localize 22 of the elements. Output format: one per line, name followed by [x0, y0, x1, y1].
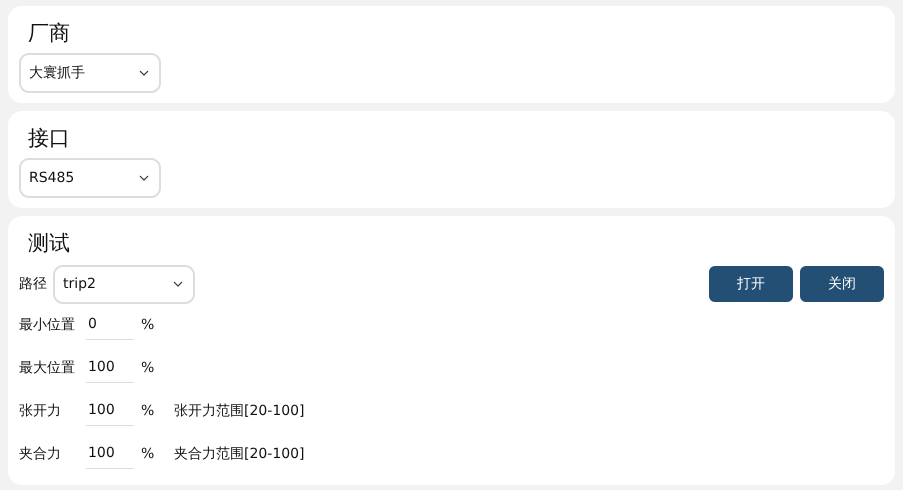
chevron-icon: [173, 281, 183, 287]
section-title: 测试: [28, 230, 70, 257]
unit-label: %: [141, 360, 156, 376]
chevron-icon: [139, 70, 149, 76]
dropdown[interactable]: RS485: [19, 158, 161, 198]
range-hint: 夹合力范围[20-100]: [174, 444, 305, 462]
section-title: 接口: [28, 125, 70, 152]
field-label: 张开力: [19, 402, 62, 420]
unit-label: %: [141, 402, 156, 418]
dropdown[interactable]: trip2: [53, 264, 195, 304]
path-label: 路径: [19, 275, 47, 293]
dropdown[interactable]: 大寰抓手: [19, 53, 161, 93]
field-label: 夹合力: [19, 444, 62, 462]
field-label: 最大位置: [19, 358, 76, 376]
action-button[interactable]: 打开: [709, 266, 793, 302]
action-button[interactable]: 关闭: [800, 266, 884, 302]
range-hint: 张开力范围[20-100]: [174, 402, 305, 420]
field-label: 最小位置: [19, 316, 76, 334]
chevron-icon: [139, 175, 149, 181]
section-title: 厂商: [28, 20, 70, 47]
unit-label: %: [141, 316, 156, 332]
unit-label: %: [141, 446, 156, 462]
